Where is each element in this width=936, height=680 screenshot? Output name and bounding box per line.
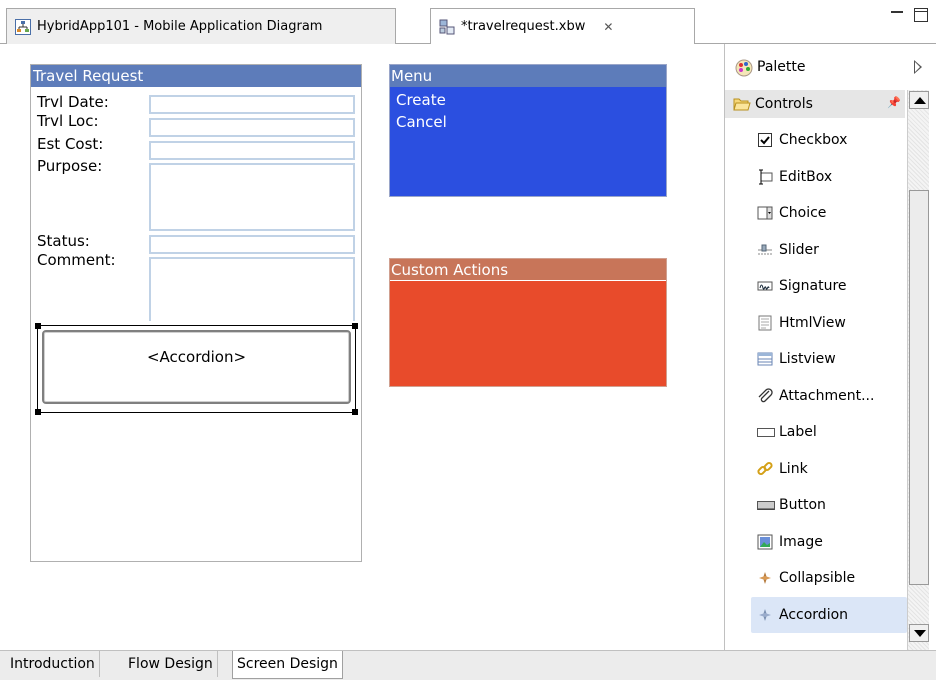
palette-item-accordion[interactable]: Accordion xyxy=(751,596,907,633)
palette-item-link[interactable]: Link xyxy=(751,451,907,488)
attachment-icon xyxy=(757,388,773,404)
accordion-label: <Accordion> xyxy=(42,330,351,404)
folder-open-icon xyxy=(733,96,751,112)
palette-item-label: Listview xyxy=(779,351,836,368)
button-icon xyxy=(757,497,775,513)
xbw-file-icon xyxy=(439,19,455,35)
bottom-tab-bar: Introduction Flow Design Screen Design xyxy=(0,650,936,680)
est-cost-field[interactable] xyxy=(149,141,355,160)
palette-item-button[interactable]: Button xyxy=(751,487,907,524)
trvl-date-label: Trvl Date: xyxy=(37,93,109,111)
palette-item-label: EditBox xyxy=(779,168,833,185)
controls-drawer[interactable]: Controls 📌 xyxy=(725,90,905,118)
tab-travelrequest-xbw[interactable]: *travelrequest.xbw ✕ xyxy=(430,8,695,44)
slider-icon xyxy=(757,242,773,258)
palette-item-label: Slider xyxy=(779,241,819,258)
palette-header[interactable]: Palette xyxy=(725,44,936,90)
tab-label: HybridApp101 - Mobile Application Diagra… xyxy=(37,19,323,34)
listview-icon xyxy=(757,351,773,367)
choice-icon xyxy=(757,205,773,221)
palette-item-label: Choice xyxy=(779,205,827,222)
checkbox-icon xyxy=(757,132,773,148)
palette-item-label: Collapsible xyxy=(779,570,856,587)
scroll-up-icon[interactable] xyxy=(909,91,929,109)
est-cost-label: Est Cost: xyxy=(37,135,104,153)
palette-item-attachment[interactable]: Attachment... xyxy=(751,378,907,415)
palette-item-label: Link xyxy=(779,460,808,477)
drawer-label: Controls xyxy=(755,96,813,112)
tab-screen-design[interactable]: Screen Design xyxy=(232,651,343,679)
close-icon[interactable]: ✕ xyxy=(603,20,613,34)
palette-item-choice[interactable]: Choice xyxy=(751,195,907,232)
image-icon xyxy=(757,534,773,550)
editor-tab-bar: HybridApp101 - Mobile Application Diagra… xyxy=(0,0,936,44)
comment-field[interactable] xyxy=(149,257,355,321)
palette-item-checkbox[interactable]: Checkbox xyxy=(751,122,907,159)
palette-item-slider[interactable]: Slider xyxy=(751,232,907,269)
status-label: Status: xyxy=(37,232,90,250)
link-icon xyxy=(757,461,773,477)
htmlview-icon xyxy=(757,315,773,331)
palette-title: Palette xyxy=(757,59,806,75)
trvl-date-field[interactable] xyxy=(149,95,355,114)
palette-item-label[interactable]: Label xyxy=(751,414,907,451)
resize-handle[interactable] xyxy=(35,409,41,415)
palette-item-label: Button xyxy=(779,497,826,514)
palette-icon xyxy=(735,59,753,77)
tab-label: *travelrequest.xbw xyxy=(461,19,586,34)
palette-panel: Palette Controls 📌 Checkbox EditBox Choi… xyxy=(724,44,936,650)
label-icon xyxy=(757,424,775,440)
menu-title: Menu xyxy=(390,65,666,87)
trvl-loc-label: Trvl Loc: xyxy=(37,112,99,130)
resize-handle[interactable] xyxy=(35,323,41,329)
collapse-arrow-icon[interactable] xyxy=(914,60,922,74)
minimize-icon[interactable] xyxy=(890,8,904,22)
tab-flow-design[interactable]: Flow Design xyxy=(124,651,218,677)
editbox-icon xyxy=(757,169,773,185)
palette-item-label: Label xyxy=(779,424,817,441)
pin-icon[interactable]: 📌 xyxy=(887,96,901,109)
tab-mobile-application-diagram[interactable]: HybridApp101 - Mobile Application Diagra… xyxy=(6,8,396,44)
palette-item-label: HtmlView xyxy=(779,314,846,331)
tab-introduction[interactable]: Introduction xyxy=(6,651,100,677)
signature-icon xyxy=(757,278,773,294)
window-controls xyxy=(890,8,928,22)
palette-item-editbox[interactable]: EditBox xyxy=(751,159,907,196)
maximize-icon[interactable] xyxy=(914,8,928,22)
menu-screen[interactable]: Menu Create Cancel xyxy=(389,64,667,197)
comment-label: Comment: xyxy=(37,251,116,269)
collapsible-icon xyxy=(757,570,773,586)
palette-item-collapsible[interactable]: Collapsible xyxy=(751,560,907,597)
palette-item-signature[interactable]: Signature xyxy=(751,268,907,305)
diagram-icon xyxy=(15,18,31,35)
menu-item-cancel[interactable]: Cancel xyxy=(390,109,666,135)
palette-items: Checkbox EditBox Choice Slider Signature… xyxy=(751,122,907,633)
scroll-thumb[interactable] xyxy=(909,190,929,585)
custom-actions-title: Custom Actions xyxy=(390,259,666,281)
purpose-field[interactable] xyxy=(149,163,355,231)
screen-title: Travel Request xyxy=(31,65,361,87)
custom-actions-screen[interactable]: Custom Actions xyxy=(389,258,667,387)
palette-item-image[interactable]: Image xyxy=(751,524,907,561)
accordion-control[interactable]: <Accordion> xyxy=(35,323,358,415)
trvl-loc-field[interactable] xyxy=(149,118,355,137)
resize-handle[interactable] xyxy=(352,323,358,329)
scroll-down-icon[interactable] xyxy=(909,624,929,642)
palette-item-label: Image xyxy=(779,533,823,550)
status-field[interactable] xyxy=(149,235,355,254)
palette-scrollbar[interactable] xyxy=(907,90,929,650)
travel-request-screen[interactable]: Travel Request Trvl Date: Trvl Loc: Est … xyxy=(30,64,362,562)
resize-handle[interactable] xyxy=(352,409,358,415)
purpose-label: Purpose: xyxy=(37,157,103,175)
palette-item-listview[interactable]: Listview xyxy=(751,341,907,378)
palette-item-label: Accordion xyxy=(779,606,849,623)
accordion-icon xyxy=(757,607,773,623)
palette-item-label: Checkbox xyxy=(779,132,848,149)
design-canvas[interactable]: Travel Request Trvl Date: Trvl Loc: Est … xyxy=(0,44,724,650)
palette-item-label: Signature xyxy=(779,278,847,295)
palette-item-label: Attachment... xyxy=(779,387,875,404)
palette-item-htmlview[interactable]: HtmlView xyxy=(751,305,907,342)
